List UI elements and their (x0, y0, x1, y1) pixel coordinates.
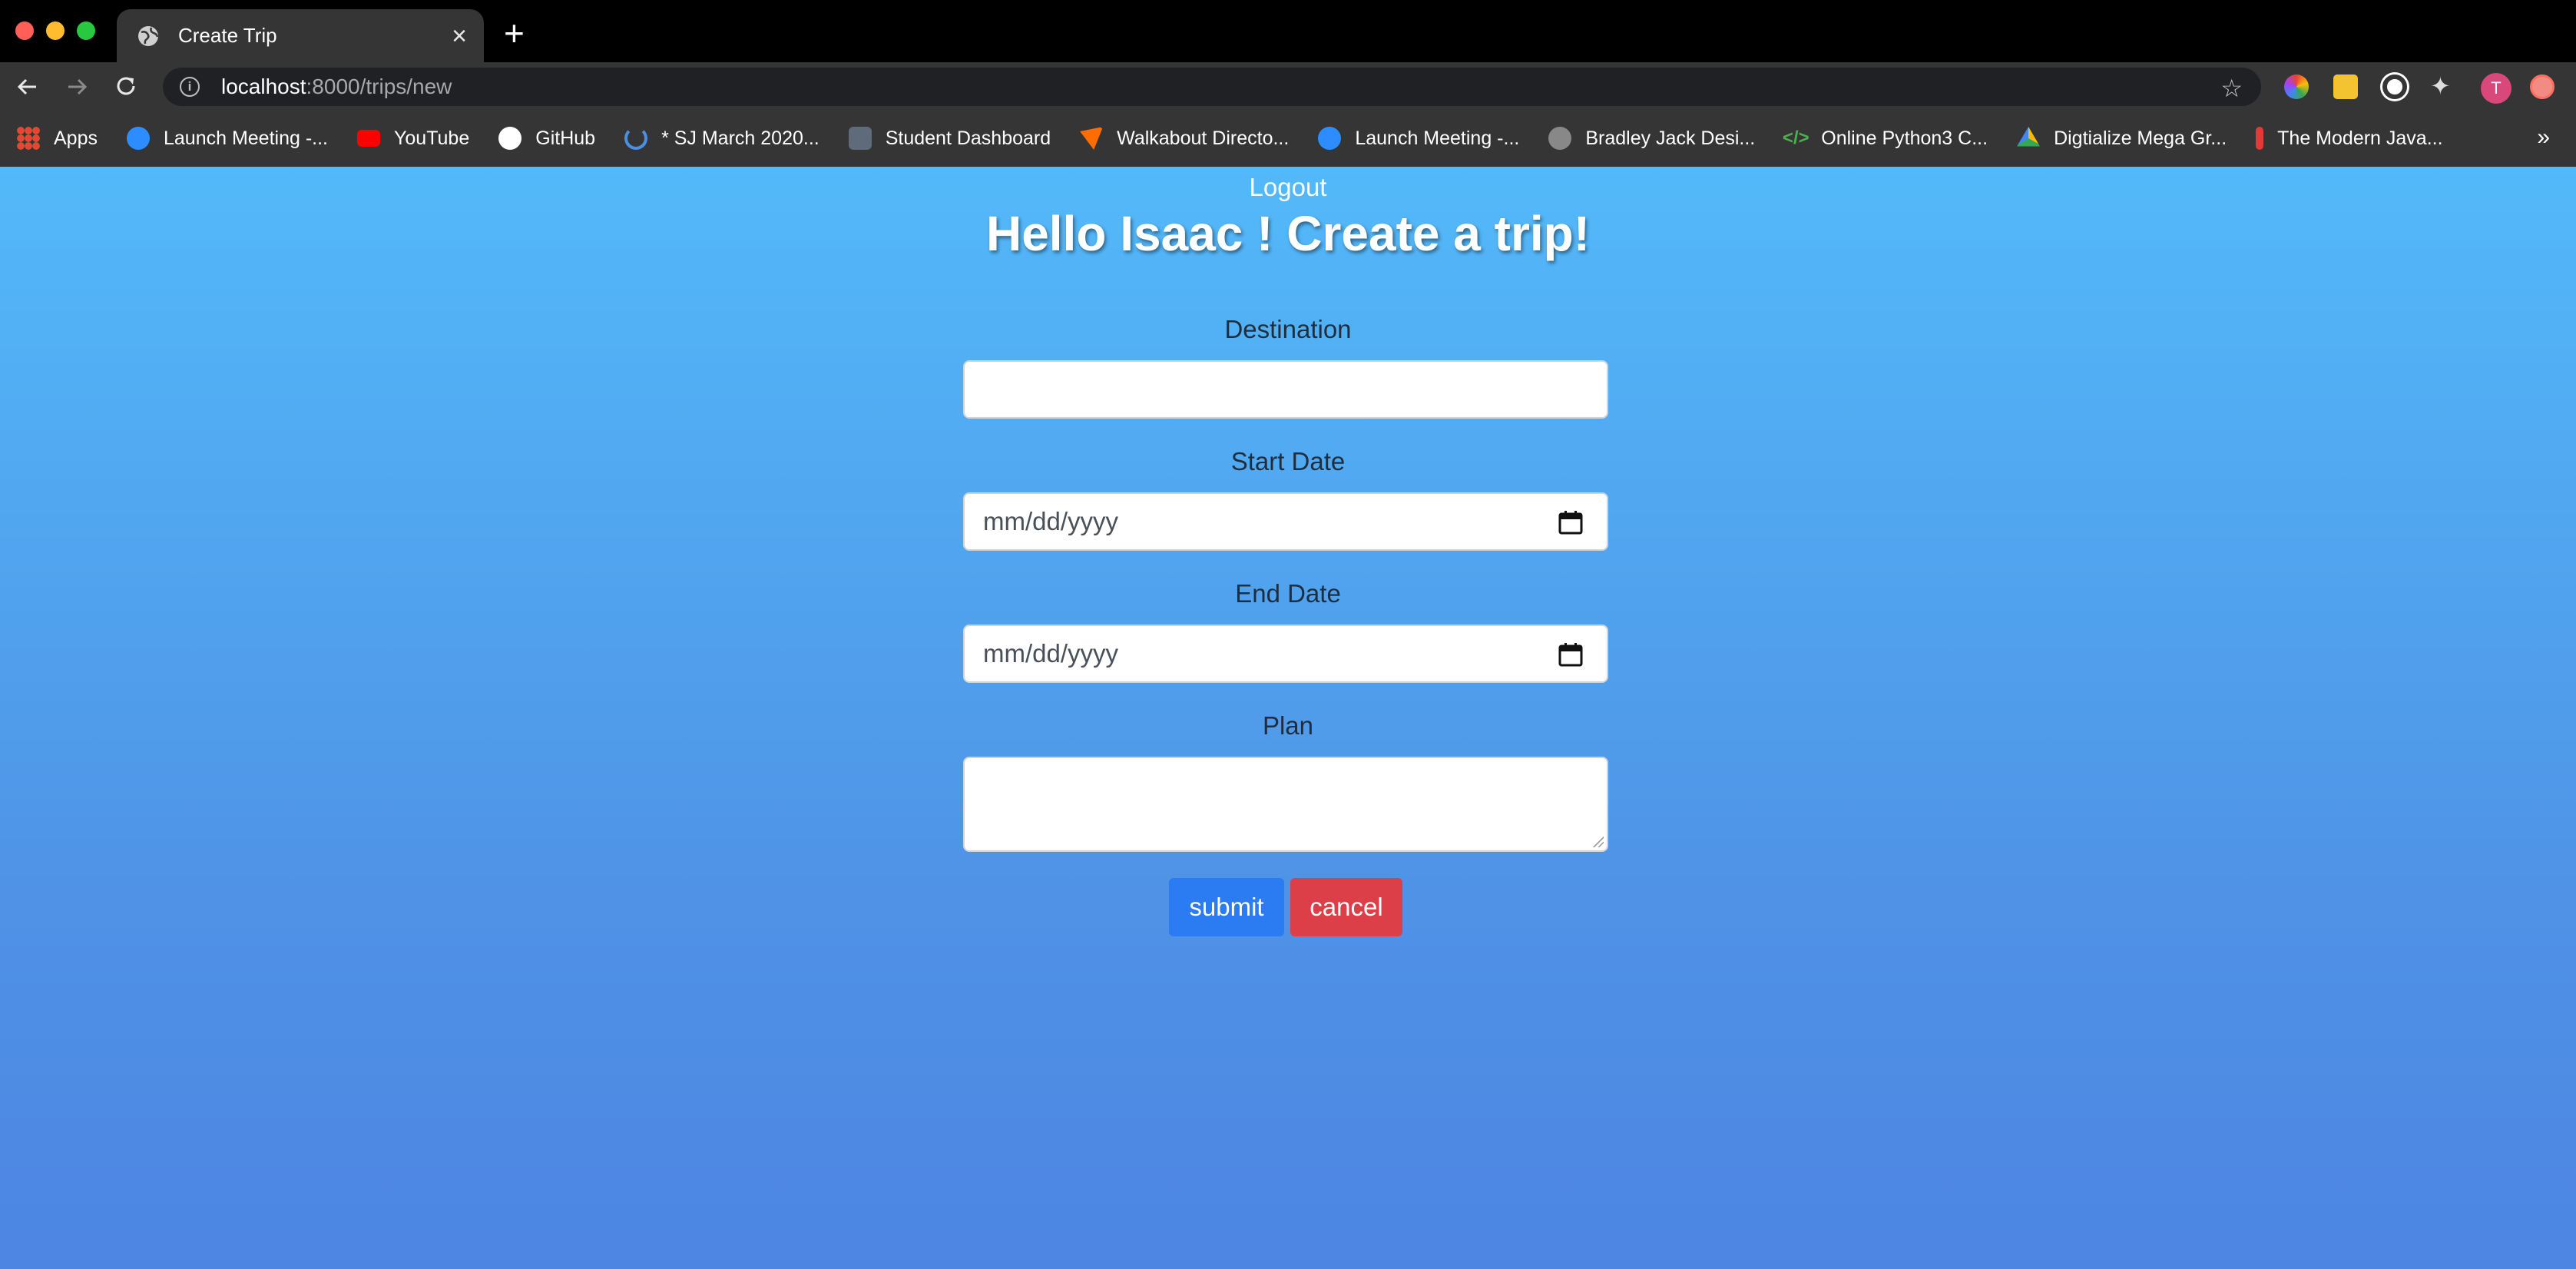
puzzle-extensions-icon[interactable]: ✦ (2430, 71, 2455, 100)
bookmark-label: GitHub (535, 127, 596, 149)
plan-textarea[interactable] (963, 757, 1608, 852)
update-extension-icon[interactable] (2530, 75, 2554, 99)
back-arrow-icon (17, 78, 36, 95)
close-window-button[interactable] (15, 22, 34, 40)
globe-icon (137, 25, 160, 48)
end-date-input[interactable]: mm/dd/yyyy (963, 625, 1608, 683)
start-date-input[interactable]: mm/dd/yyyy (963, 492, 1608, 551)
bookmark-student-dashboard[interactable]: Student Dashboard (848, 127, 1051, 150)
zoom-icon (126, 127, 150, 150)
tab-title: Create Trip (178, 24, 277, 47)
bookmarks-bar: Apps Launch Meeting -... YouTube GitHub … (0, 111, 2576, 167)
bookmark-walkabout[interactable]: Walkabout Directo... (1080, 127, 1289, 150)
js-figure-icon (2256, 127, 2264, 150)
bookmark-label: * SJ March 2020... (661, 127, 819, 149)
url-text[interactable]: localhost:8000/trips/new (221, 75, 452, 99)
drive-icon (2017, 127, 2041, 147)
end-date-placeholder: mm/dd/yyyy (983, 639, 1119, 668)
forward-arrow-icon (68, 78, 88, 95)
logout-link[interactable]: Logout (0, 173, 2576, 202)
address-bar[interactable]: i localhost:8000/trips/new ☆ (163, 68, 2261, 106)
color-wheel-extension-icon[interactable] (2284, 75, 2309, 99)
bird-icon (1080, 127, 1104, 150)
sparkle-icon (1548, 127, 1572, 150)
bookmark-launch-meeting-1[interactable]: Launch Meeting -... (126, 127, 328, 150)
bookmark-label: Bradley Jack Desi... (1585, 127, 1756, 149)
bookmark-label: Launch Meeting -... (163, 127, 328, 149)
bookmark-label: Student Dashboard (885, 127, 1051, 149)
calendar-icon[interactable] (1558, 641, 1584, 668)
torii-icon (848, 127, 872, 150)
bookmark-sj-march[interactable]: * SJ March 2020... (624, 127, 819, 150)
destination-label: Destination (1224, 315, 1352, 343)
bookmark-label: Launch Meeting -... (1355, 127, 1520, 149)
bookmark-github[interactable]: GitHub (498, 127, 595, 150)
forward-button[interactable] (60, 70, 94, 104)
bookmark-star-icon[interactable]: ☆ (2220, 74, 2243, 103)
page-content: Logout Hello Isaac ! Create a trip! Dest… (0, 167, 2576, 1269)
start-date-label: Start Date (1230, 447, 1346, 475)
active-tab[interactable]: Create Trip × (117, 9, 484, 62)
calendar-icon[interactable] (1558, 509, 1584, 535)
bookmark-label: Online Python3 C... (1821, 127, 1988, 149)
page-title: Hello Isaac ! Create a trip! (985, 206, 1591, 261)
resize-handle-icon[interactable] (1591, 835, 1604, 847)
code-icon: </> (1782, 128, 1809, 148)
profile-avatar[interactable]: T (2481, 73, 2511, 104)
bookmark-label: The Modern Java... (2277, 127, 2443, 149)
reload-button[interactable] (110, 70, 144, 104)
bookmark-launch-meeting-2[interactable]: Launch Meeting -... (1318, 127, 1519, 150)
bookmark-bradley-jack[interactable]: Bradley Jack Desi... (1548, 127, 1755, 150)
reload-icon (117, 77, 135, 95)
bookmark-label: Walkabout Directo... (1117, 127, 1290, 149)
bookmark-label: YouTube (394, 127, 470, 149)
bookmark-online-python[interactable]: </> Online Python3 C... (1782, 127, 1988, 150)
maximize-window-button[interactable] (77, 22, 95, 40)
close-tab-icon[interactable]: × (452, 23, 467, 49)
youtube-icon (357, 130, 380, 147)
cancel-button[interactable]: cancel (1290, 878, 1402, 936)
bookmark-digtialize[interactable]: Digtialize Mega Gr... (2017, 127, 2227, 150)
back-button[interactable] (11, 70, 45, 104)
plan-label: Plan (1262, 711, 1314, 740)
bookmark-youtube[interactable]: YouTube (357, 128, 469, 150)
bookmark-apps[interactable]: Apps (17, 127, 98, 150)
browser-toolbar: i localhost:8000/trips/new ☆ ✦ T (0, 62, 2576, 111)
new-tab-button[interactable]: + (504, 15, 525, 51)
spinner-icon (624, 127, 648, 150)
submit-button[interactable]: submit (1169, 878, 1284, 936)
github-icon (498, 127, 522, 150)
bookmark-label: Digtialize Mega Gr... (2054, 127, 2227, 149)
destination-input[interactable] (963, 360, 1608, 419)
more-bookmarks-icon[interactable]: » (2537, 124, 2550, 151)
zoom-icon (1318, 127, 1342, 150)
site-info-icon[interactable]: i (180, 77, 200, 97)
bookmark-label: Apps (54, 127, 98, 149)
notes-extension-icon[interactable] (2333, 75, 2358, 99)
circle-extension-icon[interactable] (2382, 75, 2407, 99)
end-date-label: End Date (1235, 579, 1341, 608)
start-date-placeholder: mm/dd/yyyy (983, 507, 1119, 535)
bookmark-modern-java[interactable]: The Modern Java... (2256, 127, 2443, 150)
apps-grid-icon (17, 127, 40, 150)
window-titlebar: Create Trip × + (0, 0, 2576, 62)
minimize-window-button[interactable] (46, 22, 65, 40)
